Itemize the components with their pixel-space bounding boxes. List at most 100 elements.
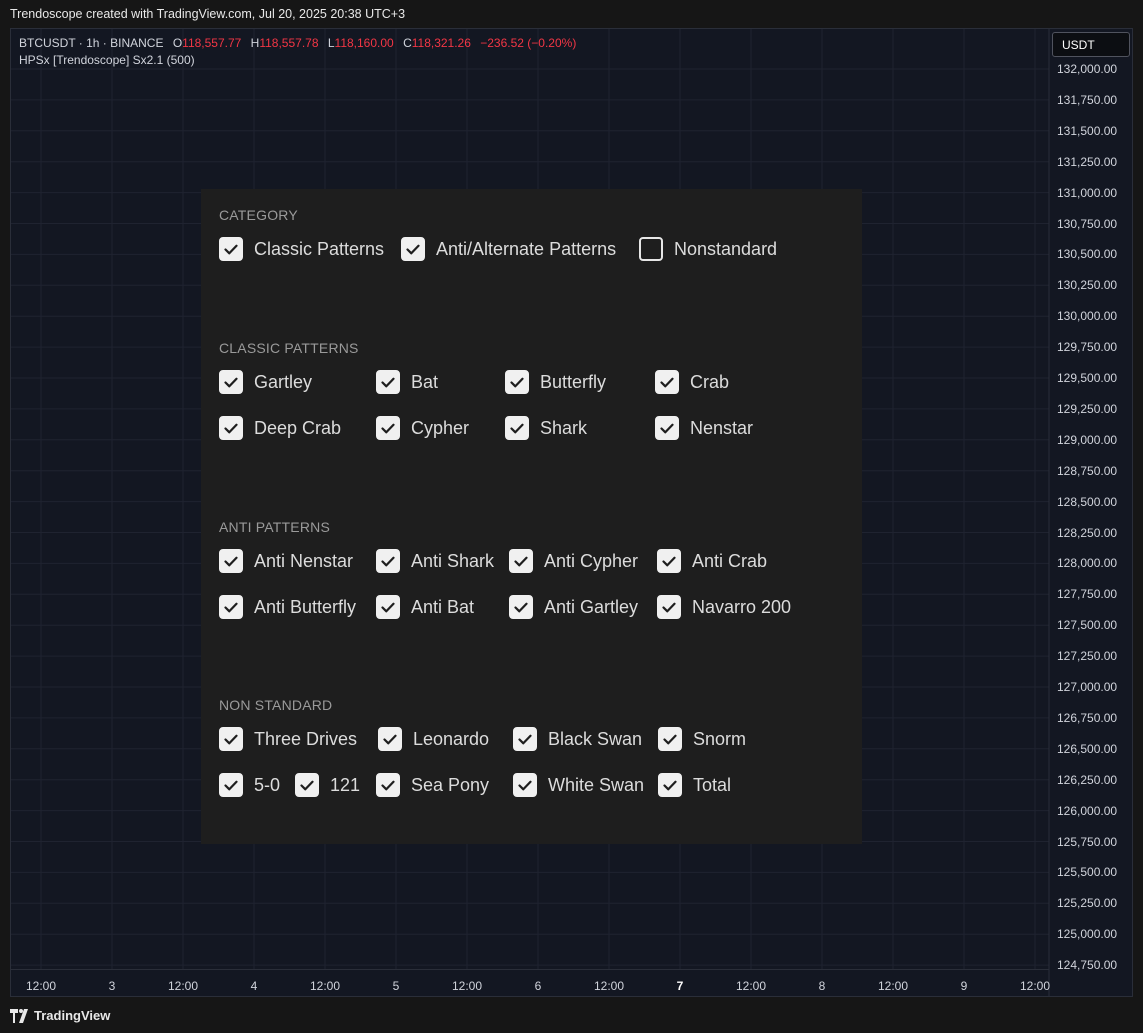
checkbox-anti-alternate-patterns[interactable]: Anti/Alternate Patterns [401, 237, 616, 261]
checkbox-label: Shark [540, 417, 588, 438]
time-label: 12:00 [167, 979, 199, 993]
price-label: 131,000.00 [1057, 185, 1118, 200]
checkbox-checked-icon[interactable] [658, 727, 682, 751]
checkbox-checked-icon[interactable] [657, 595, 681, 619]
price-axis[interactable]: 132,000.00 131,750.00 131,500.00 131,250.00… [1049, 29, 1132, 996]
price-label: 129,000.00 [1057, 432, 1118, 447]
checkbox-anti-shark[interactable]: Anti Shark [376, 549, 494, 573]
checkbox-label: Anti Gartley [544, 596, 639, 617]
checkbox-white-swan[interactable]: White Swan [513, 773, 644, 797]
time-label: 12:00 [25, 979, 57, 993]
section-title: ANTI PATTERNS [219, 519, 330, 535]
checkbox-classic-patterns[interactable]: Classic Patterns [219, 237, 384, 261]
price-label: 129,250.00 [1057, 401, 1118, 416]
time-label: 12:00 [451, 979, 483, 993]
checkbox-checked-icon[interactable] [505, 416, 529, 440]
checkbox-checked-icon[interactable] [219, 727, 243, 751]
time-label: 12:00 [309, 979, 341, 993]
checkbox-anti-cypher[interactable]: Anti Cypher [509, 549, 638, 573]
checkbox-label: Gartley [254, 371, 313, 392]
checkbox-leonardo[interactable]: Leonardo [378, 727, 489, 751]
tradingview-logo[interactable]: TradingView [10, 1008, 110, 1023]
checkbox-checked-icon[interactable] [295, 773, 319, 797]
price-label: 129,500.00 [1057, 371, 1118, 385]
checkbox-checked-icon[interactable] [219, 773, 243, 797]
price-label: 126,750.00 [1057, 710, 1118, 725]
open-label: O [172, 36, 183, 50]
price-label: 124,750.00 [1057, 958, 1118, 973]
checkbox-anti-nenstar[interactable]: Anti Nenstar [219, 549, 353, 573]
checkbox-checked-icon[interactable] [505, 370, 529, 394]
checkbox-checked-icon[interactable] [219, 370, 243, 394]
checkbox-three-drives[interactable]: Three Drives [219, 727, 357, 751]
checkbox-nonstandard[interactable]: Nonstandard [639, 237, 777, 261]
checkbox-5-0[interactable]: 5-0 [219, 773, 280, 797]
checkbox-deep-crab[interactable]: Deep Crab [219, 416, 341, 440]
checkbox-checked-icon[interactable] [509, 549, 533, 573]
checkbox-total[interactable]: Total [658, 773, 731, 797]
checkbox-checked-icon[interactable] [219, 595, 243, 619]
chart-area[interactable]: BTCUSDT · 1h · BINANCE O118,557.77 H118,… [10, 28, 1133, 997]
currency-button[interactable]: USDT [1052, 32, 1130, 57]
checkbox-checked-icon[interactable] [376, 773, 400, 797]
checkbox-checked-icon[interactable] [376, 549, 400, 573]
checkbox-snorm[interactable]: Snorm [658, 727, 746, 751]
checkbox-checked-icon[interactable] [658, 773, 682, 797]
checkbox-checked-icon[interactable] [509, 595, 533, 619]
time-label: 5 [392, 979, 400, 993]
checkbox-label: Nenstar [690, 417, 754, 438]
time-label: 12:00 [593, 979, 625, 993]
checkbox-gartley[interactable]: Gartley [219, 370, 312, 394]
checkbox-butterfly[interactable]: Butterfly [505, 370, 606, 394]
price-label: 130,750.00 [1057, 216, 1118, 231]
price-label: 125,000.00 [1057, 927, 1118, 942]
checkbox-checked-icon[interactable] [655, 370, 679, 394]
price-label: 126,000.00 [1057, 803, 1118, 818]
checkbox-checked-icon[interactable] [401, 237, 425, 261]
checkbox-cypher[interactable]: Cypher [376, 416, 469, 440]
checkbox-label: Deep Crab [254, 417, 342, 438]
checkbox-checked-icon[interactable] [219, 416, 243, 440]
price-label: 125,750.00 [1057, 834, 1118, 849]
checkbox-anti-bat[interactable]: Anti Bat [376, 595, 474, 619]
checkbox-checked-icon[interactable] [657, 549, 681, 573]
checkbox-nenstar[interactable]: Nenstar [655, 416, 753, 440]
symbol-legend: BTCUSDT · 1h · BINANCE O118,557.77 H118,… [19, 36, 576, 50]
checkbox-label: Total [693, 774, 732, 795]
price-label: 127,250.00 [1057, 649, 1118, 664]
checkbox-label: Anti Cypher [544, 550, 639, 571]
price-label: 131,250.00 [1057, 154, 1118, 169]
checkbox-shark[interactable]: Shark [505, 416, 587, 440]
checkbox-crab[interactable]: Crab [655, 370, 729, 394]
checkbox-checked-icon[interactable] [219, 237, 243, 261]
checkbox-anti-crab[interactable]: Anti Crab [657, 549, 767, 573]
checkbox-black-swan[interactable]: Black Swan [513, 727, 642, 751]
checkbox-checked-icon[interactable] [513, 727, 537, 751]
checkbox-sea-pony[interactable]: Sea Pony [376, 773, 489, 797]
time-axis[interactable]: 12:00 3 12:00 4 12:00 5 12:00 6 12:00 7 12:00 8 12:0… [11, 969, 1050, 996]
checkbox-navarro-200[interactable]: Navarro 200 [657, 595, 791, 619]
checkbox-checked-icon[interactable] [378, 727, 402, 751]
section-title: NON STANDARD [219, 697, 333, 713]
open-value: 118,557.77 [182, 36, 242, 50]
checkbox-label: Anti/Alternate Patterns [436, 238, 617, 259]
checkbox-anti-butterfly[interactable]: Anti Butterfly [219, 595, 356, 619]
checkbox-label: Three Drives [254, 728, 358, 749]
checkbox-label: Leonardo [413, 728, 490, 749]
checkbox-checked-icon[interactable] [513, 773, 537, 797]
indicator-legend[interactable]: HPSx [Trendoscope] Sx2.1 (500) [19, 53, 195, 67]
price-label: 128,000.00 [1057, 556, 1118, 571]
checkbox-unchecked-icon[interactable] [639, 237, 663, 261]
symbol-info[interactable]: BTCUSDT · 1h · BINANCE [19, 36, 163, 50]
checkbox-checked-icon[interactable] [376, 416, 400, 440]
checkbox-checked-icon[interactable] [655, 416, 679, 440]
price-label: 130,250.00 [1057, 278, 1118, 293]
checkbox-checked-icon[interactable] [376, 595, 400, 619]
checkbox-checked-icon[interactable] [219, 549, 243, 573]
checkbox-121[interactable]: 121 [295, 773, 360, 797]
checkbox-anti-gartley[interactable]: Anti Gartley [509, 595, 638, 619]
low-value: 118,160.00 [334, 36, 394, 50]
checkbox-bat[interactable]: Bat [376, 370, 438, 394]
chart-snapshot-banner: Trendoscope created with TradingView.com… [10, 7, 406, 21]
checkbox-checked-icon[interactable] [376, 370, 400, 394]
